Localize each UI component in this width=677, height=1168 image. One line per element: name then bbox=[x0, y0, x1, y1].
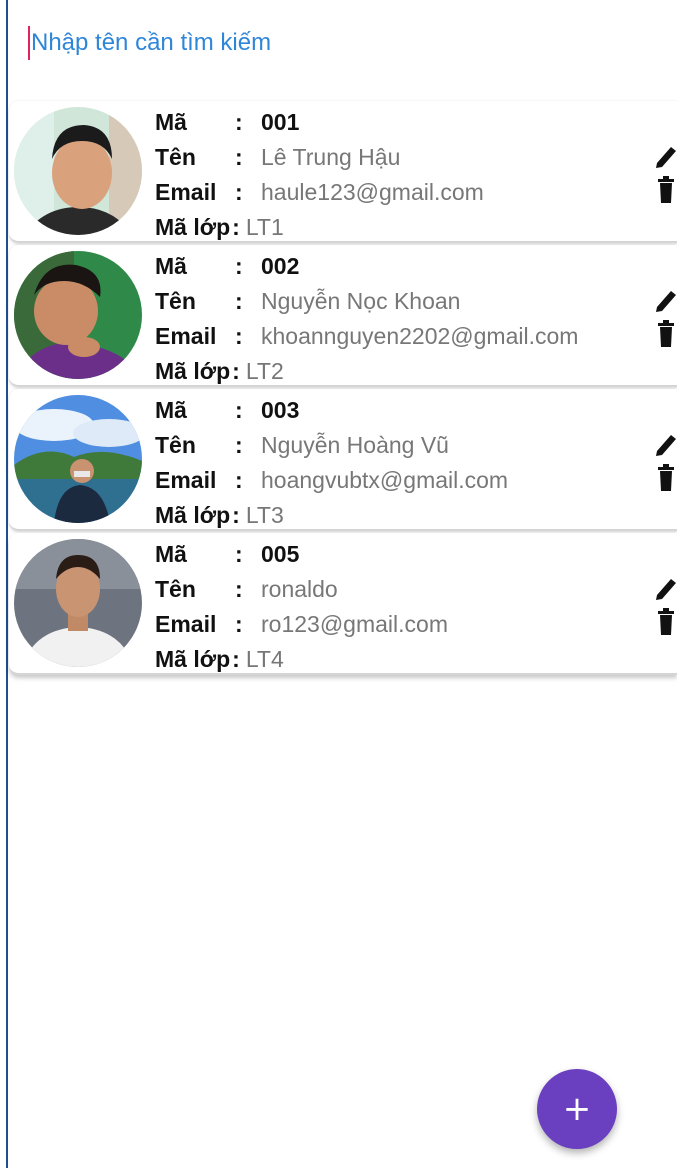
colon: : bbox=[235, 179, 243, 205]
student-ma: 005 bbox=[261, 541, 300, 567]
left-edge-rule bbox=[6, 0, 8, 1168]
colon: : bbox=[232, 214, 240, 240]
add-student-button[interactable]: + bbox=[537, 1069, 617, 1149]
ten-label: Tên bbox=[155, 432, 196, 458]
ma-lop-label: Mã lớp bbox=[155, 214, 231, 240]
avatar bbox=[14, 539, 142, 667]
student-card[interactable]: Mã:001 Tên: Lê Trung Hậu Email: haule123@g… bbox=[9, 101, 677, 243]
email-label: Email bbox=[155, 323, 217, 349]
ma-label: Mã bbox=[155, 109, 187, 135]
email-label: Email bbox=[155, 467, 217, 493]
ma-lop-label: Mã lớp bbox=[155, 358, 231, 384]
colon: : bbox=[235, 576, 243, 602]
search-input[interactable] bbox=[31, 29, 591, 57]
student-email: hoangvubtx@gmail.com bbox=[261, 467, 509, 493]
colon: : bbox=[235, 109, 243, 135]
ma-lop-label: Mã lớp bbox=[155, 502, 231, 528]
ma-lop-label: Mã lớp bbox=[155, 646, 231, 672]
email-label: Email bbox=[155, 611, 217, 637]
student-ten: ronaldo bbox=[261, 576, 338, 602]
student-email: ro123@gmail.com bbox=[261, 611, 448, 637]
edit-icon[interactable] bbox=[655, 283, 677, 317]
colon: : bbox=[232, 646, 240, 672]
delete-icon[interactable] bbox=[655, 173, 677, 207]
colon: : bbox=[235, 397, 243, 423]
ma-label: Mã bbox=[155, 253, 187, 279]
text-cursor bbox=[28, 26, 30, 60]
colon: : bbox=[235, 144, 243, 170]
student-ten: Lê Trung Hậu bbox=[261, 144, 401, 170]
student-ten: Nguyễn Hoàng Vũ bbox=[261, 432, 449, 458]
delete-icon[interactable] bbox=[655, 317, 677, 351]
student-ma: 002 bbox=[261, 253, 300, 279]
student-card[interactable]: Mã:002 Tên: Nguyễn Nọc Khoan Email: khoann… bbox=[9, 245, 677, 387]
student-email: haule123@gmail.com bbox=[261, 179, 484, 205]
avatar bbox=[14, 251, 142, 379]
student-list: Mã:001 Tên: Lê Trung Hậu Email: haule123@g… bbox=[9, 101, 677, 677]
colon: : bbox=[235, 432, 243, 458]
ma-label: Mã bbox=[155, 397, 187, 423]
colon: : bbox=[235, 541, 243, 567]
student-ma: 001 bbox=[261, 109, 300, 135]
colon: : bbox=[235, 467, 243, 493]
search-bar[interactable] bbox=[28, 26, 628, 60]
student-ten: Nguyễn Nọc Khoan bbox=[261, 288, 461, 314]
colon: : bbox=[235, 253, 243, 279]
delete-icon[interactable] bbox=[655, 605, 677, 639]
avatar bbox=[14, 107, 142, 235]
plus-icon: + bbox=[562, 1089, 592, 1129]
ma-label: Mã bbox=[155, 541, 187, 567]
student-ma-lop: LT1 bbox=[245, 214, 284, 240]
ten-label: Tên bbox=[155, 288, 196, 314]
edit-icon[interactable] bbox=[655, 427, 677, 461]
delete-icon[interactable] bbox=[655, 461, 677, 495]
edit-icon[interactable] bbox=[655, 139, 677, 173]
student-card[interactable]: Mã:005 Tên: ronaldo Email: ro123@gmail.com… bbox=[9, 533, 677, 675]
student-ma-lop: LT3 bbox=[245, 502, 284, 528]
ten-label: Tên bbox=[155, 576, 196, 602]
edit-icon[interactable] bbox=[655, 571, 677, 605]
student-ma: 003 bbox=[261, 397, 300, 423]
ten-label: Tên bbox=[155, 144, 196, 170]
email-label: Email bbox=[155, 179, 217, 205]
avatar bbox=[14, 395, 142, 523]
colon: : bbox=[235, 611, 243, 637]
colon: : bbox=[235, 288, 243, 314]
student-ma-lop: LT4 bbox=[245, 646, 284, 672]
student-email: khoannguyen2202@gmail.com bbox=[261, 323, 579, 349]
colon: : bbox=[232, 502, 240, 528]
student-ma-lop: LT2 bbox=[245, 358, 284, 384]
colon: : bbox=[235, 323, 243, 349]
colon: : bbox=[232, 358, 240, 384]
student-card[interactable]: Mã:003 Tên: Nguyễn Hoàng Vũ Email: hoangvu… bbox=[9, 389, 677, 531]
